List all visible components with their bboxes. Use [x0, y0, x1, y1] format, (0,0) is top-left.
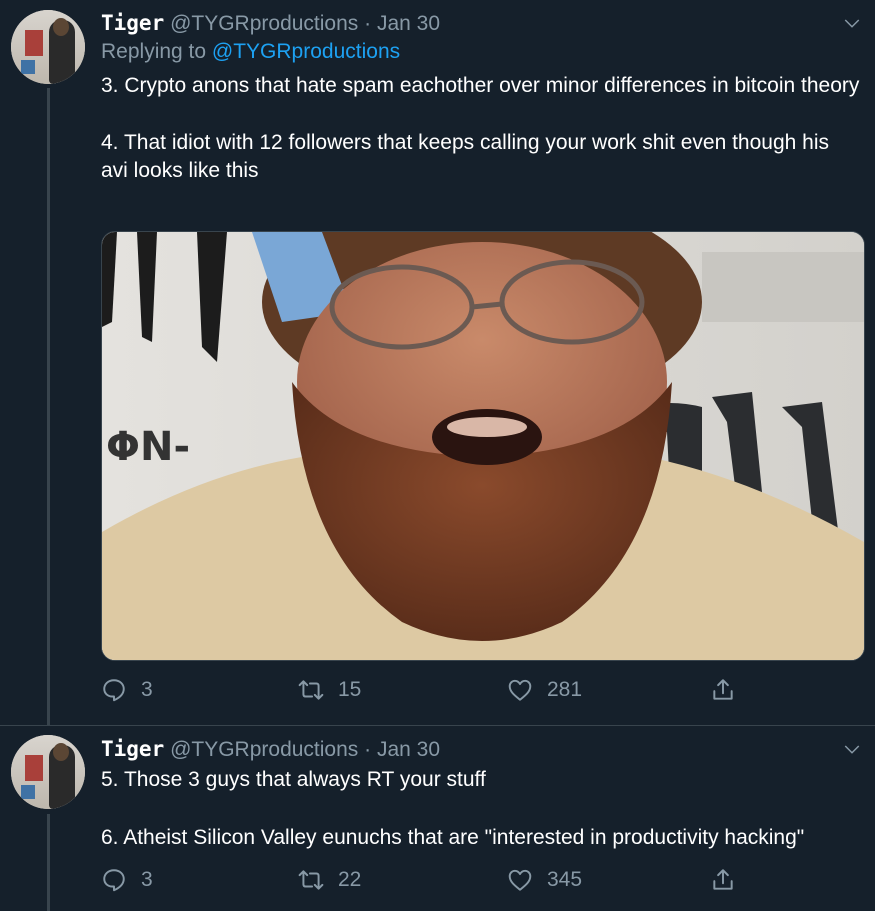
tweet-date[interactable]: · Jan 30: [364, 738, 440, 761]
like-count: 281: [547, 678, 583, 701]
reply-icon: [103, 869, 125, 892]
replying-label: Replying to: [101, 40, 207, 63]
retweet-icon: [298, 680, 324, 700]
author-handle[interactable]: @TYGRproductions: [170, 738, 358, 761]
tweet[interactable]: Tiger @TYGRproductions · Jan 30 Replying…: [0, 0, 875, 726]
avatar[interactable]: [11, 10, 85, 84]
tweet-paragraph: 4. That idiot with 12 followers that kee…: [101, 131, 830, 182]
like-button[interactable]: 345: [507, 867, 582, 893]
tweet-actions: 3 22 345: [101, 867, 761, 897]
media-wall-text: ΦN-: [106, 424, 190, 470]
like-button[interactable]: 281: [507, 677, 582, 703]
retweet-button[interactable]: 15: [298, 677, 361, 703]
reply-count: 3: [141, 868, 153, 891]
retweet-count: 15: [338, 678, 362, 701]
tweet-text: 5. Those 3 guys that always RT your stuf…: [101, 766, 871, 852]
avatar[interactable]: [11, 735, 85, 809]
tweet[interactable]: Tiger @TYGRproductions · Jan 30 5. Those…: [0, 726, 875, 911]
share-button[interactable]: [710, 677, 736, 703]
author-name[interactable]: Tiger: [101, 737, 164, 761]
tweet-paragraph: 6. Atheist Silicon Valley eunuchs that a…: [101, 826, 805, 849]
thread-line: [47, 814, 50, 911]
media-photo: ΦN-: [102, 232, 864, 660]
chevron-down-icon[interactable]: [843, 740, 861, 758]
share-icon: [713, 679, 733, 700]
tweet-text: 3. Crypto anons that hate spam eachother…: [101, 72, 861, 185]
tweet-paragraph: 3. Crypto anons that hate spam eachother…: [101, 74, 860, 97]
retweet-icon: [298, 870, 324, 890]
reply-button[interactable]: 3: [101, 677, 153, 703]
replying-to-link[interactable]: @TYGRproductions: [212, 40, 400, 63]
replying-to: Replying to @TYGRproductions: [101, 40, 400, 64]
like-count: 345: [547, 868, 583, 891]
thread-line: [47, 88, 50, 726]
tweet-paragraph: 5. Those 3 guys that always RT your stuf…: [101, 768, 486, 791]
reply-count: 3: [141, 678, 153, 701]
author-handle[interactable]: @TYGRproductions: [170, 12, 358, 35]
retweet-button[interactable]: 22: [298, 867, 361, 893]
chevron-down-icon[interactable]: [843, 14, 861, 32]
tweet-date[interactable]: · Jan 30: [364, 12, 440, 35]
tweet-actions: 3 15 281: [101, 677, 761, 707]
tweet-media-image[interactable]: ΦN-: [101, 231, 865, 661]
author-name[interactable]: Tiger: [101, 11, 164, 35]
tweet-header: Tiger @TYGRproductions · Jan 30: [101, 737, 440, 762]
reply-icon: [103, 679, 125, 702]
reply-button[interactable]: 3: [101, 867, 153, 893]
tweet-header: Tiger @TYGRproductions · Jan 30: [101, 11, 440, 36]
retweet-count: 22: [338, 868, 362, 891]
like-icon: [508, 679, 532, 701]
share-button[interactable]: [710, 867, 736, 893]
share-icon: [713, 869, 733, 890]
like-icon: [508, 869, 532, 891]
